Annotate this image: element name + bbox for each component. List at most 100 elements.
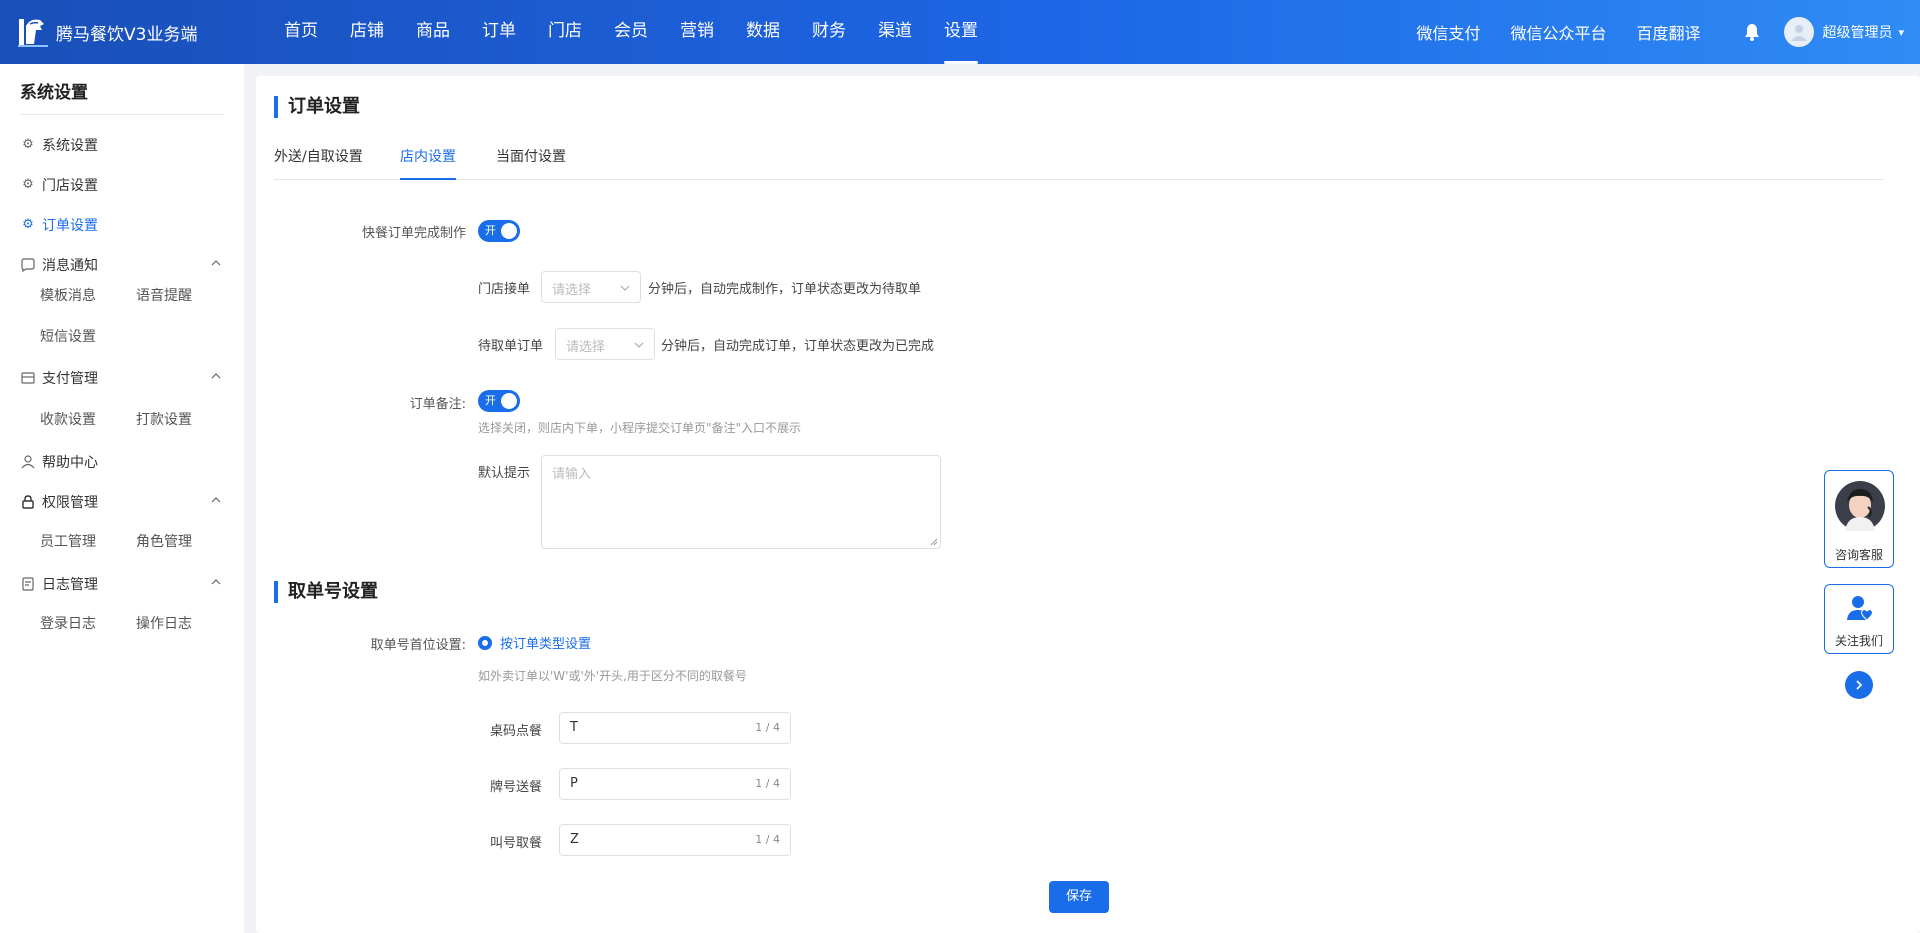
sidebar-item-store[interactable]: ⚙ 门店设置	[20, 174, 224, 196]
user-name: 超级管理员	[1822, 25, 1893, 41]
default-tip-textarea[interactable]: 请输入	[541, 455, 941, 549]
sidebar-sub-staff[interactable]: 员工管理	[40, 531, 96, 551]
char-count: 1 / 4	[755, 833, 780, 846]
sidebar-item-label: 消息通知	[42, 258, 98, 274]
nav-channels[interactable]: 渠道	[862, 0, 928, 64]
follow-label: 关注我们	[1834, 634, 1883, 648]
nav-finance[interactable]: 财务	[796, 0, 862, 64]
link-baidu-translate[interactable]: 百度翻译	[1636, 20, 1700, 44]
fast-complete-label: 快餐订单完成制作	[361, 226, 466, 241]
field-label-plate: 牌号送餐	[490, 780, 543, 795]
sidebar-sub-role[interactable]: 角色管理	[136, 531, 192, 551]
sidebar-sub-template[interactable]: 模板消息	[40, 285, 96, 305]
chevron-right-icon	[1856, 680, 1863, 690]
default-tip-label: 默认提示	[478, 466, 531, 481]
link-wechat-mp[interactable]: 微信公众平台	[1510, 20, 1606, 44]
chat-icon	[21, 258, 35, 273]
sidebar-sub-payout[interactable]: 打款设置	[136, 409, 192, 429]
switch-knob	[501, 223, 517, 239]
nav-members[interactable]: 会员	[598, 0, 664, 64]
store-accept-suffix: 分钟后，自动完成制作，订单状态更改为待取单	[648, 282, 922, 297]
resize-grip-icon[interactable]	[930, 538, 938, 546]
switch-knob	[501, 393, 517, 409]
nav-settings[interactable]: 设置	[928, 0, 994, 64]
top-bar: 腾马餐饮V3业务端 首页 店铺 商品 订单 门店 会员 营销 数据 财务 渠道 …	[0, 0, 1920, 64]
save-button[interactable]: 保存	[1049, 881, 1109, 913]
tab-bar: 外送/自取设置 店内设置 当面付设置	[274, 144, 1884, 180]
follow-user-icon	[1847, 596, 1873, 621]
user-menu[interactable]: 超级管理员 ▾	[1784, 17, 1904, 47]
agent-avatar-icon	[1835, 481, 1885, 531]
nav-marketing[interactable]: 营销	[664, 0, 730, 64]
sidebar-item-help[interactable]: 帮助中心	[20, 451, 224, 473]
horse-logo-icon	[18, 19, 48, 47]
chevron-down-icon: ▾	[1898, 25, 1904, 39]
switch-on-text: 开	[485, 394, 496, 407]
pending-select[interactable]: 请选择	[555, 328, 655, 360]
chevron-up-icon	[211, 497, 221, 503]
prefix-input-call[interactable]: Z 1 / 4	[559, 824, 791, 856]
follow-us-card[interactable]: 关注我们	[1824, 584, 1894, 654]
select-placeholder: 请选择	[552, 283, 592, 298]
tab-face-pay[interactable]: 当面付设置	[496, 144, 566, 180]
nav-home[interactable]: 首页	[268, 0, 334, 64]
remark-switch[interactable]: 开	[478, 390, 520, 412]
sidebar-sub-login-log[interactable]: 登录日志	[40, 613, 96, 633]
chevron-up-icon	[211, 373, 221, 379]
brand[interactable]: 腾马餐饮V3业务端	[18, 16, 197, 48]
sidebar-item-label: 帮助中心	[42, 455, 98, 471]
tab-dine-in[interactable]: 店内设置	[400, 144, 456, 180]
link-wechat-pay[interactable]: 微信支付	[1416, 20, 1480, 44]
fast-complete-switch[interactable]: 开	[478, 220, 520, 242]
nav-stores[interactable]: 门店	[532, 0, 598, 64]
sidebar-item-permission[interactable]: 权限管理	[20, 491, 224, 513]
consult-service-card[interactable]: 咨询客服	[1824, 470, 1894, 568]
user-icon	[21, 455, 35, 469]
switch-on-text: 开	[485, 224, 496, 237]
nav-data[interactable]: 数据	[730, 0, 796, 64]
input-value: P	[570, 776, 578, 791]
sidebar-item-system[interactable]: ⚙ 系统设置	[20, 134, 224, 156]
input-value: Z	[570, 832, 579, 847]
avatar	[1784, 17, 1815, 47]
radio-dot	[478, 635, 492, 650]
prefix-input-plate[interactable]: P 1 / 4	[559, 768, 791, 800]
tab-delivery[interactable]: 外送/自取设置	[274, 144, 363, 180]
sidebar-sub-collect[interactable]: 收款设置	[40, 409, 96, 429]
main-nav: 首页 店铺 商品 订单 门店 会员 营销 数据 财务 渠道 设置	[268, 0, 994, 64]
radio-by-order-type[interactable]: 按订单类型设置	[478, 633, 591, 652]
sidebar-sub-sms[interactable]: 短信设置	[40, 326, 96, 346]
sidebar-item-logs[interactable]: 日志管理	[20, 573, 224, 595]
radio-label: 按订单类型设置	[500, 637, 592, 652]
sidebar-sub-voice[interactable]: 语音提醒	[136, 285, 192, 305]
sidebar: 系统设置 ⚙ 系统设置 ⚙ 门店设置 ⚙ 订单设置 消息通知 模板消息 语音提醒…	[0, 64, 244, 933]
sidebar-item-order[interactable]: ⚙ 订单设置	[20, 214, 224, 236]
textarea-placeholder: 请输入	[552, 467, 592, 482]
pending-suffix: 分钟后，自动完成订单，订单状态更改为已完成	[661, 339, 935, 354]
sidebar-item-label: 权限管理	[42, 495, 98, 511]
char-count: 1 / 4	[755, 777, 780, 790]
prefix-input-table[interactable]: T 1 / 4	[559, 712, 791, 744]
remark-label: 订单备注:	[409, 397, 466, 412]
wallet-icon	[21, 372, 35, 384]
sidebar-item-message[interactable]: 消息通知	[20, 254, 224, 276]
sidebar-sub-op-log[interactable]: 操作日志	[136, 613, 192, 633]
store-accept-select[interactable]: 请选择	[541, 271, 641, 303]
nav-orders[interactable]: 订单	[466, 0, 532, 64]
select-placeholder: 请选择	[566, 340, 606, 355]
user-avatar-icon	[1791, 25, 1808, 41]
chevron-down-icon	[620, 285, 630, 291]
collapse-widget-button[interactable]	[1845, 671, 1873, 699]
app-title: 腾马餐饮V3业务端	[56, 24, 198, 45]
consult-label: 咨询客服	[1834, 548, 1883, 562]
bell-icon[interactable]	[1742, 22, 1762, 42]
main-panel: 订单设置 外送/自取设置 店内设置 当面付设置 快餐订单完成制作 开 门店接单 …	[256, 76, 1920, 933]
chevron-up-icon	[211, 260, 221, 266]
sidebar-item-payment[interactable]: 支付管理	[20, 367, 224, 389]
sidebar-item-label: 支付管理	[42, 371, 98, 387]
sidebar-divider	[20, 114, 224, 115]
nav-goods[interactable]: 商品	[400, 0, 466, 64]
sidebar-item-label: 系统设置	[42, 138, 98, 154]
gear-icon: ⚙	[22, 137, 34, 152]
nav-shop[interactable]: 店铺	[334, 0, 400, 64]
